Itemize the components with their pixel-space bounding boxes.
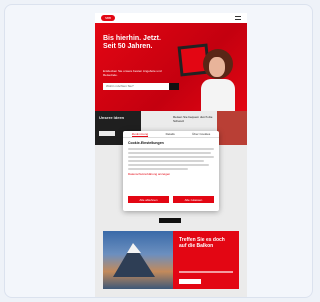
tab-details[interactable]: Details	[166, 131, 175, 137]
mountain-subtext	[179, 271, 233, 273]
person-face	[209, 57, 225, 77]
mountain-snow	[127, 243, 141, 253]
preview-card: SBB Bis hierhin. Jetzt. Seit 50 Jahren. …	[4, 4, 313, 298]
mountain-teaser: Treffen Sie es doch auf die Balkon	[103, 231, 239, 289]
hero-title: Bis hierhin. Jetzt. Seit 50 Jahren.	[103, 35, 161, 50]
cookie-consent-dialog: Zustimmung Details Über Cookies Cookie-E…	[123, 131, 219, 211]
site-header: SBB	[95, 13, 247, 23]
privacy-link[interactable]: Datenschutzerklärung anzeigen	[123, 170, 219, 178]
mountain-button[interactable]	[179, 279, 201, 284]
tab-consent[interactable]: Zustimmung	[131, 131, 149, 137]
hero-banner: Bis hierhin. Jetzt. Seit 50 Jahren. Entd…	[95, 23, 247, 111]
brand-logo[interactable]: SBB	[101, 15, 115, 21]
mountain-title: Treffen Sie es doch auf die Balkon	[179, 237, 225, 249]
accept-all-button[interactable]: Alle zulassen	[173, 196, 214, 203]
hero-subtitle: Entdecken Sie unsere besten Angebote und…	[103, 69, 162, 77]
mountain-text-panel: Treffen Sie es doch auf die Balkon	[173, 231, 239, 289]
cookie-dialog-title: Cookie-Einstellungen	[128, 141, 164, 145]
cookie-dialog-body	[123, 148, 219, 170]
tab-about-cookies[interactable]: Über Cookies	[192, 131, 210, 137]
person-shirt	[201, 79, 235, 111]
reject-all-button[interactable]: Alle ablehnen	[128, 196, 169, 203]
website-preview: SBB Bis hierhin. Jetzt. Seit 50 Jahren. …	[95, 13, 247, 297]
cookie-actions: Alle ablehnen Alle zulassen	[128, 196, 214, 203]
hero-person-image	[199, 49, 235, 111]
search-button[interactable]	[169, 83, 179, 90]
section-button[interactable]	[159, 218, 181, 223]
mountain-image	[103, 231, 173, 289]
cookie-tabs: Zustimmung Details Über Cookies	[123, 131, 219, 138]
menu-icon[interactable]	[235, 16, 241, 20]
hero-search-input[interactable]: Wohin möchten Sie?	[103, 83, 169, 90]
